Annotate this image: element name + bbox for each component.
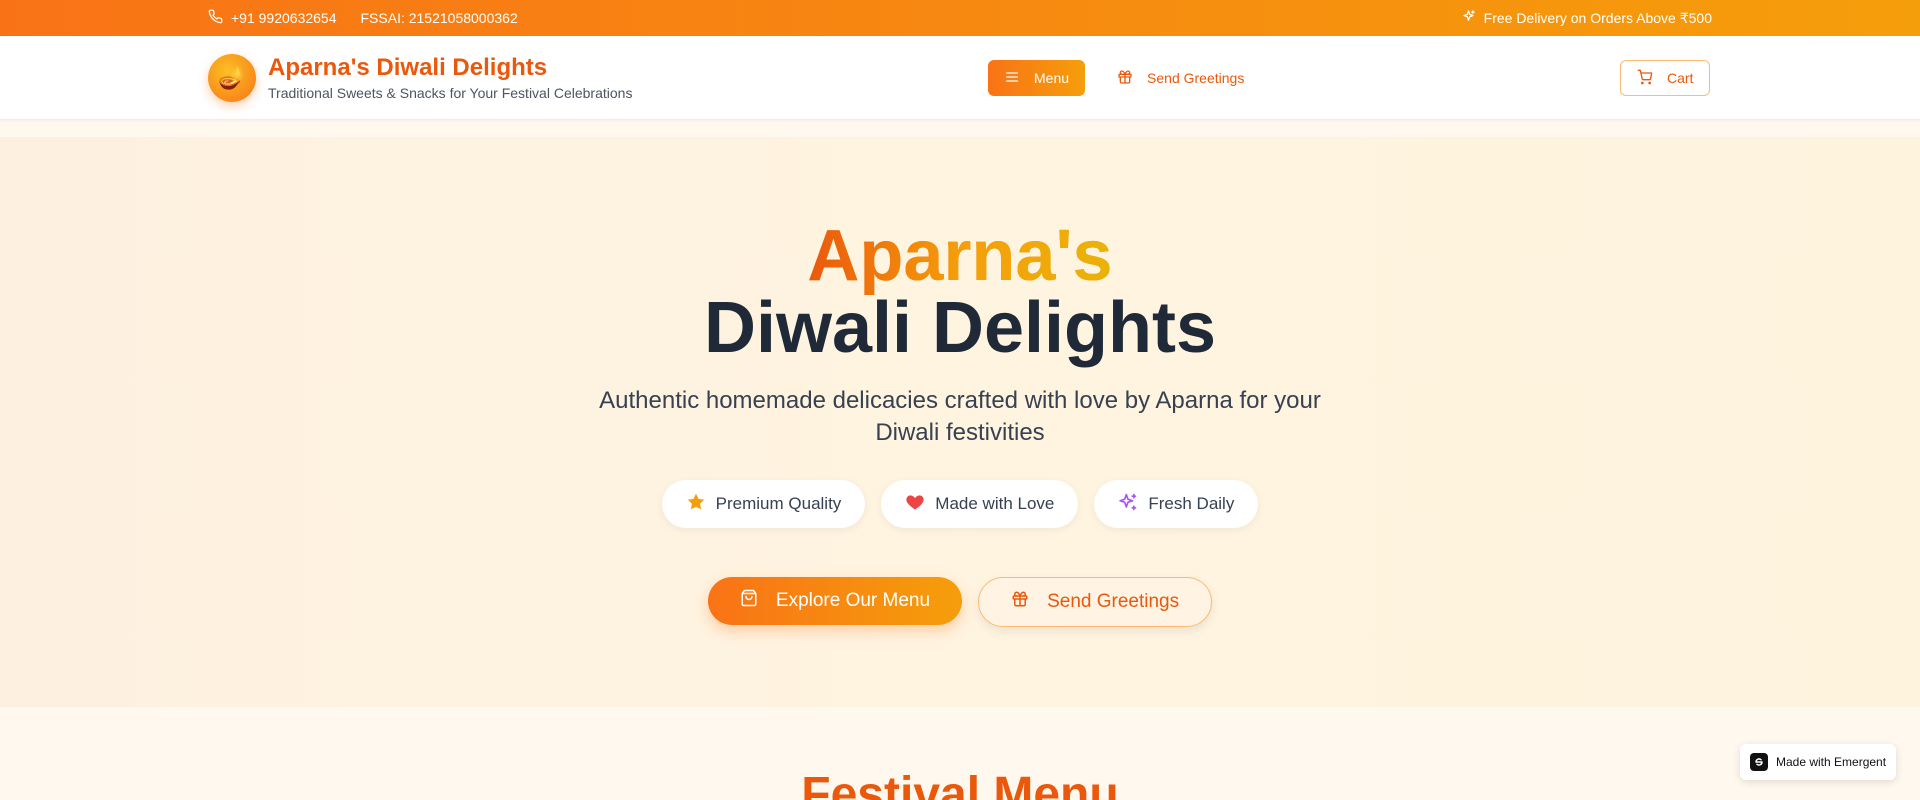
- cart-button[interactable]: Cart: [1620, 60, 1711, 96]
- send-greetings-label: Send Greetings: [1047, 591, 1180, 612]
- phone-number: +91 9920632654: [231, 10, 337, 26]
- brand: Aparna's Diwali Delights Traditional Swe…: [268, 54, 632, 101]
- festival-menu-section: Festival Menu: [0, 707, 1920, 800]
- free-delivery-promo: Free Delivery on Orders Above ₹500: [1483, 9, 1712, 26]
- feature-pill-quality: Premium Quality: [661, 480, 866, 528]
- phone-contact[interactable]: +91 9920632654: [208, 9, 337, 27]
- explore-menu-button[interactable]: Explore Our Menu: [707, 577, 963, 625]
- gift-icon: [1011, 590, 1029, 614]
- hero-section: Aparna's Diwali Delights Authentic homem…: [0, 137, 1920, 707]
- hamburger-icon: [1004, 69, 1020, 88]
- feature-pill-love: Made with Love: [881, 480, 1079, 528]
- phone-icon: [208, 9, 223, 27]
- menu-button[interactable]: Menu: [988, 60, 1086, 96]
- site-subtitle: Traditional Sweets & Snacks for Your Fes…: [268, 85, 633, 101]
- hero-description: Authentic homemade delicacies crafted wi…: [599, 387, 1321, 446]
- hero-title-line1: Aparna's: [807, 216, 1113, 296]
- fssai-number: FSSAI: 21521058000362: [360, 10, 518, 26]
- heart-icon: [905, 492, 925, 517]
- send-greetings-nav-label: Send Greetings: [1147, 70, 1245, 86]
- shopping-bag-icon: [740, 589, 758, 613]
- main-nav: Menu Send Greetings: [988, 60, 1260, 96]
- feature-label: Premium Quality: [715, 494, 842, 513]
- sparkles-icon: [1461, 9, 1476, 27]
- shopping-cart-icon: [1637, 69, 1653, 88]
- section-title: Festival Menu: [801, 768, 1119, 800]
- feature-pills: Premium Quality Made with Love Fresh Dai…: [0, 480, 1920, 528]
- feature-pill-fresh: Fresh Daily: [1094, 480, 1259, 528]
- menu-button-label: Menu: [1034, 70, 1070, 86]
- hero-actions: Explore Our Menu Send Greetings: [0, 577, 1920, 627]
- hero-title-line2: Diwali Delights: [703, 288, 1217, 368]
- site-header: 🪔 Aparna's Diwali Delights Traditional S…: [0, 36, 1920, 120]
- feature-label: Made with Love: [935, 494, 1055, 513]
- send-greetings-nav-button[interactable]: Send Greetings: [1101, 60, 1260, 96]
- send-greetings-button[interactable]: Send Greetings: [978, 577, 1213, 627]
- diya-logo-icon[interactable]: 🪔: [208, 54, 256, 102]
- badge-label: Made with Emergent: [1776, 755, 1887, 769]
- star-icon: [686, 492, 706, 517]
- gift-icon: [1117, 69, 1133, 88]
- hero-title-highlight: Aparna's: [0, 217, 1920, 295]
- emergent-logo-icon: [1750, 753, 1768, 771]
- top-announcement-bar: +91 9920632654 FSSAI: 21521058000362 Fre…: [0, 0, 1920, 36]
- sparkles-icon: [1118, 492, 1138, 517]
- made-with-emergent-badge[interactable]: Made with Emergent: [1740, 744, 1897, 780]
- explore-menu-label: Explore Our Menu: [775, 590, 931, 611]
- site-title[interactable]: Aparna's Diwali Delights: [268, 54, 632, 82]
- cart-label: Cart: [1667, 70, 1694, 86]
- feature-label: Fresh Daily: [1148, 494, 1235, 513]
